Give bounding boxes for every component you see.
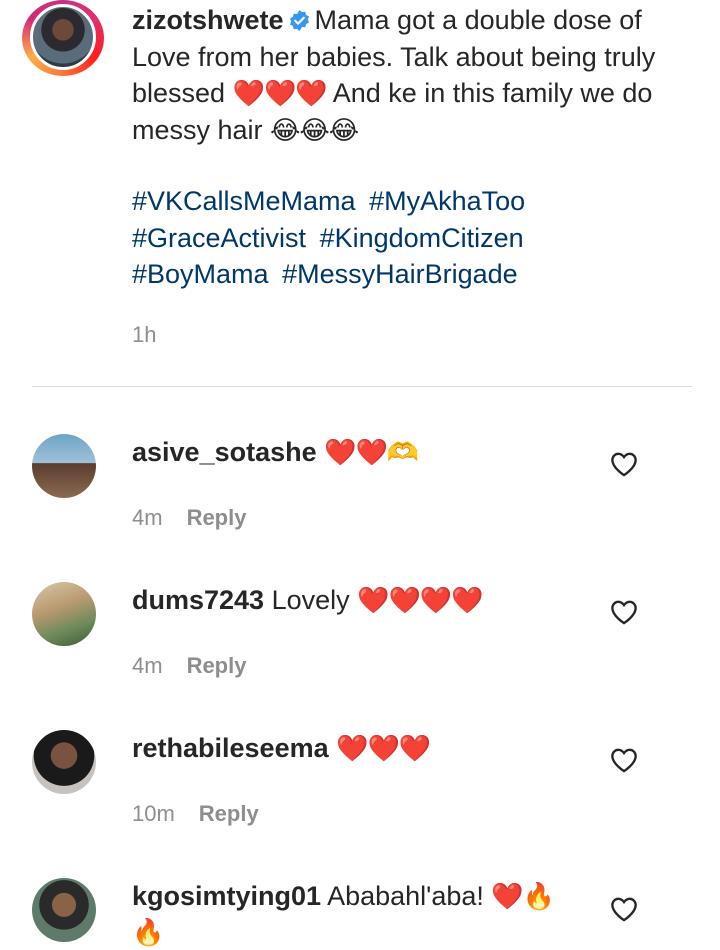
post-timestamp: 1h <box>132 322 157 347</box>
comment-meta: 10m Reply <box>132 801 259 827</box>
comment-emojis: ❤️❤️❤️❤️ <box>357 585 483 615</box>
avatar[interactable] <box>32 582 96 646</box>
reply-button[interactable]: Reply <box>199 801 259 826</box>
comment-body: rethabileseema ❤️❤️❤️ <box>132 730 602 766</box>
verified-badge-icon <box>289 9 309 32</box>
comment-body: kgosimtying01 Ababahl'aba! ❤️🔥🔥 <box>132 878 562 950</box>
comment-emojis: ❤️❤️🫶 <box>324 437 419 467</box>
hashtag-link[interactable]: #KingdomCitizen <box>320 223 524 253</box>
comment-username[interactable]: rethabileseema <box>132 733 329 763</box>
avatar[interactable] <box>32 730 96 794</box>
heart-icon[interactable] <box>610 599 638 625</box>
comment-username[interactable]: asive_sotashe <box>132 437 317 467</box>
comment-emojis: ❤️❤️❤️ <box>336 733 431 763</box>
comment-body: asive_sotashe ❤️❤️🫶 <box>132 434 602 470</box>
hashtag-link[interactable]: #BoyMama <box>132 259 269 289</box>
hashtag-link[interactable]: #GraceActivist <box>132 223 306 253</box>
hashtag-link[interactable]: #MyAkhaToo <box>369 186 525 216</box>
avatar[interactable] <box>30 4 96 70</box>
comment-meta: 4m Reply <box>132 505 246 531</box>
comment-username[interactable]: kgosimtying01 <box>132 881 321 911</box>
laughing-emojis: 😂😂😂 <box>270 114 359 145</box>
post-caption: zizotshwete Mama got a double dose of Lo… <box>132 2 692 148</box>
comment-timestamp: 4m <box>132 653 163 678</box>
hashtag-link[interactable]: #VKCallsMeMama <box>132 186 356 216</box>
comment-timestamp: 10m <box>132 801 175 826</box>
hashtag-list: #VKCallsMeMama #MyAkhaToo #GraceActivist… <box>132 183 692 293</box>
reply-button[interactable]: Reply <box>187 505 247 530</box>
heart-emojis: ❤️❤️❤️ <box>232 78 328 108</box>
comment-text: Lovely <box>271 585 350 615</box>
caption-username[interactable]: zizotshwete <box>132 5 284 35</box>
comment-username[interactable]: dums7243 <box>132 585 264 615</box>
comment-body: dums7243 Lovely ❤️❤️❤️❤️ <box>132 582 602 618</box>
avatar[interactable] <box>32 434 96 498</box>
divider <box>32 386 692 387</box>
heart-icon[interactable] <box>610 747 638 773</box>
comment-text: Ababahl'aba! <box>327 881 484 911</box>
comment-meta: 4m Reply <box>132 653 246 679</box>
avatar[interactable] <box>32 878 96 942</box>
comments-page: zizotshwete Mama got a double dose of Lo… <box>0 0 720 947</box>
heart-icon[interactable] <box>610 451 638 477</box>
heart-icon[interactable] <box>610 896 638 922</box>
hashtag-link[interactable]: #MessyHairBrigade <box>282 259 518 289</box>
reply-button[interactable]: Reply <box>187 653 247 678</box>
comment-timestamp: 4m <box>132 505 163 530</box>
